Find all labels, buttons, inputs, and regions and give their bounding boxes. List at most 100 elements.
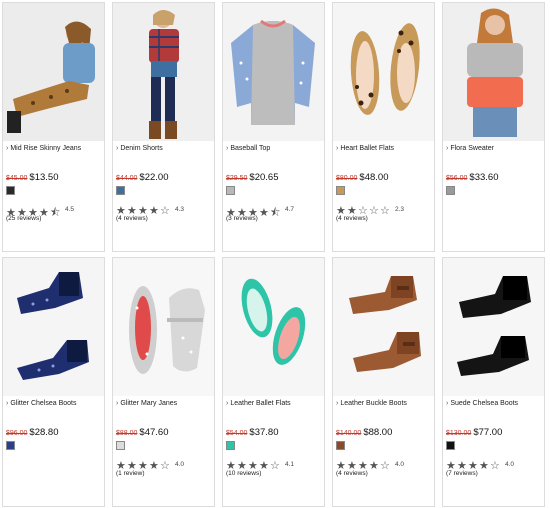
original-price: $130.00 bbox=[446, 430, 472, 437]
star-icon: ☆ bbox=[160, 460, 170, 472]
sale-price: $48.00 bbox=[359, 172, 389, 183]
star-icon: ☆ bbox=[380, 460, 390, 472]
rating-value: 4.1 bbox=[285, 461, 295, 468]
product-image[interactable] bbox=[333, 258, 434, 396]
rating-value: 4.5 bbox=[65, 206, 75, 213]
product-image[interactable] bbox=[3, 3, 104, 141]
reviews-link[interactable]: (25 reviews) bbox=[6, 215, 41, 222]
price: $80.00 $48.00 bbox=[336, 172, 388, 183]
price: $44.00 $22.00 bbox=[116, 172, 168, 183]
star-icon: ⯪ bbox=[50, 207, 60, 219]
star-icon: ★ bbox=[369, 460, 379, 472]
sale-price: $33.60 bbox=[469, 172, 499, 183]
star-icon: ☆ bbox=[160, 205, 170, 217]
color-swatch[interactable] bbox=[6, 186, 15, 195]
price: $96.00 $28.80 bbox=[6, 427, 58, 438]
sale-price: $28.80 bbox=[29, 427, 59, 438]
product-image[interactable] bbox=[113, 3, 214, 141]
star-icon: ★ bbox=[479, 460, 489, 472]
original-price: $56.00 bbox=[446, 175, 468, 182]
price: $29.50 $20.65 bbox=[226, 172, 278, 183]
sale-price: $37.80 bbox=[249, 427, 279, 438]
reviews-link[interactable]: (4 reviews) bbox=[116, 215, 148, 222]
sale-price: $20.65 bbox=[249, 172, 279, 183]
product-name[interactable]: › Leather Buckle Boots bbox=[336, 400, 407, 407]
product-name[interactable]: › Heart Ballet Flats bbox=[336, 145, 394, 152]
product-card[interactable]: › Baseball Top $29.50 $20.65 ★ ★ ★ ★ ⯪ 4.7 (3 … bbox=[222, 2, 325, 252]
reviews-link[interactable]: (7 reviews) bbox=[446, 470, 478, 477]
original-price: $54.00 bbox=[226, 430, 248, 437]
original-price: $29.50 bbox=[226, 175, 248, 182]
color-swatch[interactable] bbox=[336, 186, 345, 195]
product-image[interactable] bbox=[443, 258, 544, 396]
product-name[interactable]: › Flora Sweater bbox=[446, 145, 494, 152]
price: $54.00 $37.80 bbox=[226, 427, 278, 438]
price: $56.00 $33.60 bbox=[446, 172, 498, 183]
star-icon: ★ bbox=[259, 207, 269, 219]
color-swatch[interactable] bbox=[446, 441, 455, 450]
color-swatch[interactable] bbox=[116, 441, 125, 450]
product-image[interactable] bbox=[443, 3, 544, 141]
original-price: $80.00 bbox=[336, 175, 358, 182]
color-swatch[interactable] bbox=[336, 441, 345, 450]
rating-value: 4.3 bbox=[175, 206, 185, 213]
original-price: $45.00 bbox=[6, 175, 28, 182]
product-card[interactable]: › Denim Shorts $44.00 $22.00 ★ ★ ★ ★ ☆ 4.3 (4 … bbox=[112, 2, 215, 252]
original-price: $44.00 bbox=[116, 175, 138, 182]
rating-value: 4.0 bbox=[505, 461, 515, 468]
price: $45.00 $13.50 bbox=[6, 172, 58, 183]
product-card[interactable]: › Glitter Mary Janes $88.00 $47.60 ★ ★ ★ ★ ☆ 4… bbox=[112, 257, 215, 507]
product-card[interactable]: › Mid Rise Skinny Jeans $45.00 $13.50 ★ ★ ★ ★… bbox=[2, 2, 105, 252]
original-price: $96.00 bbox=[6, 430, 28, 437]
star-icon: ★ bbox=[149, 205, 159, 217]
price: $88.00 $47.60 bbox=[116, 427, 168, 438]
sale-price: $13.50 bbox=[29, 172, 59, 183]
sale-price: $88.00 bbox=[363, 427, 393, 438]
product-image[interactable] bbox=[223, 3, 324, 141]
product-card[interactable]: › Heart Ballet Flats $80.00 $48.00 ★ ★ ☆ ☆ ☆ 2… bbox=[332, 2, 435, 252]
price: $130.00 $77.00 bbox=[446, 427, 502, 438]
product-card[interactable]: › Suede Chelsea Boots $130.00 $77.00 ★ ★ ★ ★ ☆… bbox=[442, 257, 545, 507]
color-swatch[interactable] bbox=[446, 186, 455, 195]
star-icon: ☆ bbox=[369, 205, 379, 217]
rating-value: 2.3 bbox=[395, 206, 405, 213]
color-swatch[interactable] bbox=[6, 441, 15, 450]
rating-value: 4.0 bbox=[395, 461, 405, 468]
product-card[interactable]: › Leather Ballet Flats $54.00 $37.80 ★ ★ ★ ★ ☆… bbox=[222, 257, 325, 507]
product-card[interactable]: › Flora Sweater $56.00 $33.60 bbox=[442, 2, 545, 252]
reviews-link[interactable]: (4 reviews) bbox=[336, 470, 368, 477]
reviews-link[interactable]: (3 reviews) bbox=[226, 215, 258, 222]
rating-value: 4.7 bbox=[285, 206, 295, 213]
reviews-link[interactable]: (10 reviews) bbox=[226, 470, 261, 477]
star-icon: ☆ bbox=[490, 460, 500, 472]
product-image[interactable] bbox=[3, 258, 104, 396]
sale-price: $47.60 bbox=[139, 427, 169, 438]
star-icon: ☆ bbox=[270, 460, 280, 472]
original-price: $140.00 bbox=[336, 430, 362, 437]
product-image[interactable] bbox=[333, 3, 434, 141]
reviews-link[interactable]: (4 reviews) bbox=[336, 215, 368, 222]
product-image[interactable] bbox=[223, 258, 324, 396]
product-name[interactable]: › Denim Shorts bbox=[116, 145, 163, 152]
product-image[interactable] bbox=[113, 258, 214, 396]
sale-price: $77.00 bbox=[473, 427, 503, 438]
product-name[interactable]: › Baseball Top bbox=[226, 145, 270, 152]
original-price: $88.00 bbox=[116, 430, 138, 437]
product-card[interactable]: › Leather Buckle Boots $140.00 $88.00 ★ ★ ★ ★… bbox=[332, 257, 435, 507]
product-name[interactable]: › Suede Chelsea Boots bbox=[446, 400, 518, 407]
product-name[interactable]: › Mid Rise Skinny Jeans bbox=[6, 145, 81, 152]
product-name[interactable]: › Glitter Mary Janes bbox=[116, 400, 177, 407]
star-icon: ☆ bbox=[380, 205, 390, 217]
product-name[interactable]: › Leather Ballet Flats bbox=[226, 400, 291, 407]
color-swatch[interactable] bbox=[226, 186, 235, 195]
rating-value: 4.0 bbox=[175, 461, 185, 468]
star-icon: ★ bbox=[149, 460, 159, 472]
reviews-link[interactable]: (1 review) bbox=[116, 470, 145, 477]
color-swatch[interactable] bbox=[226, 441, 235, 450]
price: $140.00 $88.00 bbox=[336, 427, 392, 438]
product-card[interactable]: › Glitter Chelsea Boots $96.00 $28.80 bbox=[2, 257, 105, 507]
color-swatch[interactable] bbox=[116, 186, 125, 195]
sale-price: $22.00 bbox=[139, 172, 169, 183]
product-name[interactable]: › Glitter Chelsea Boots bbox=[6, 400, 77, 407]
star-icon: ⯪ bbox=[270, 207, 280, 219]
